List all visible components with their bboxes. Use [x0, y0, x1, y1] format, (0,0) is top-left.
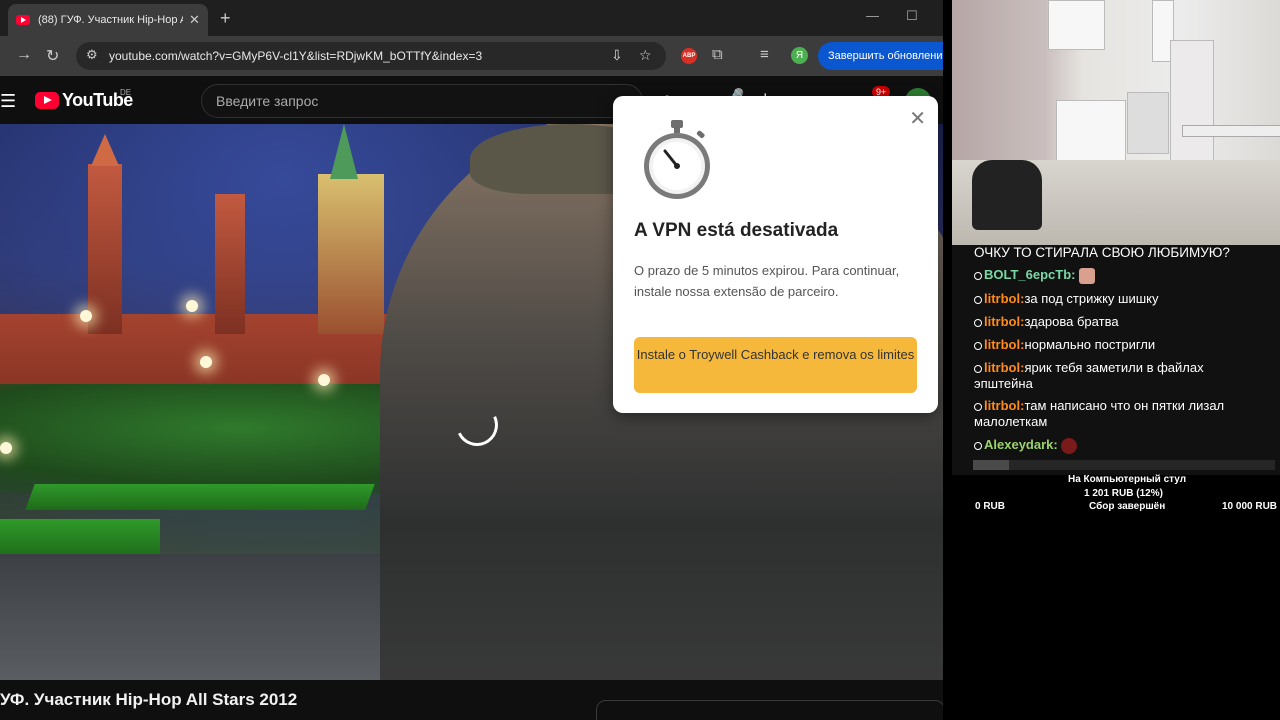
video-lawn [0, 519, 160, 559]
goal-max: 10 000 RUB [1222, 501, 1278, 512]
video-lamp [318, 374, 330, 386]
chat-user: litrbol: [984, 314, 1025, 329]
badge-icon [974, 341, 982, 350]
chat-message: BOLT_6ерсТb: [974, 267, 1274, 284]
search-placeholder: Введите запрос [216, 93, 319, 109]
new-tab-button[interactable]: + [220, 8, 231, 29]
video-title: УФ. Участник Hip-Hop All Stars 2012 [0, 690, 298, 709]
chat-user: litrbol: [984, 291, 1025, 306]
badge-icon [974, 402, 982, 411]
maximize-button[interactable]: ☐ [906, 8, 918, 24]
update-button[interactable]: Завершить обновление [818, 42, 943, 70]
webcam-table [1182, 125, 1280, 137]
country-code: DE [120, 88, 132, 97]
popup-heading: A VPN está desativada [634, 220, 839, 241]
webcam-feed [952, 0, 1280, 245]
search-input[interactable]: Введите запрос [201, 84, 643, 118]
tab-youtube[interactable]: (88) ГУФ. Участник Hip-Hop All Stars 201… [8, 4, 208, 36]
badge-icon [974, 271, 982, 280]
browser-window: (88) ГУФ. Участник Hip-Hop All Stars 201… [0, 0, 943, 720]
webcam-cabinet [1048, 0, 1105, 50]
emote-icon [1079, 267, 1096, 284]
chat-user: litrbol: [984, 337, 1025, 352]
video-tower [215, 194, 245, 334]
adblock-extension-icon[interactable]: ABP [681, 48, 697, 64]
goal-amount: 1 201 RUB (12%) [1084, 488, 1163, 499]
youtube-logo-icon[interactable] [35, 92, 59, 109]
video-lamp [0, 442, 12, 454]
goal-status: Сбор завершён [1089, 501, 1166, 512]
donation-goal-bar [973, 460, 1275, 470]
chat-text: нормально постригли [1024, 337, 1156, 352]
video-lawn [25, 484, 375, 510]
chat-message: litrbol:за под стрижку шишку [974, 291, 1274, 307]
tab-strip: (88) ГУФ. Участник Hip-Hop All Stars 201… [0, 0, 943, 36]
popup-body: O prazo de 5 minutos expirou. Para conti… [634, 263, 900, 299]
badge-icon [974, 364, 982, 373]
site-settings-icon[interactable]: ⚙ [86, 47, 98, 63]
chat-message: litrbol:там написано что он пятки лизал … [974, 398, 1264, 430]
emote-icon [1061, 437, 1078, 454]
popup-close-icon[interactable]: ✕ [909, 106, 926, 131]
chat-user: litrbol: [984, 360, 1025, 375]
donation-goal-fill [973, 460, 1010, 470]
chat-text: за под стрижку шишку [1024, 291, 1159, 306]
install-app-icon[interactable]: ⇩ [611, 47, 623, 64]
webcam-fridge [1170, 40, 1214, 162]
video-spire [330, 124, 358, 179]
video-lamp [186, 300, 198, 312]
vpn-popup: ✕ A VPN está desativada O prazo de 5 min… [613, 96, 938, 413]
profile-avatar[interactable]: Я [791, 47, 808, 64]
chat-line-top: ОЧКУ ТО СТИРАЛА СВОЮ ЛЮБИМУЮ? [974, 245, 1230, 260]
install-extension-button[interactable]: Instale o Troywell Cashback e remova os … [634, 337, 917, 393]
youtube-favicon-icon [16, 15, 30, 25]
forward-arrow-icon[interactable]: → [16, 46, 32, 64]
tab-title: (88) ГУФ. Участник Hip-Hop All Stars 201… [38, 14, 183, 26]
minimize-button[interactable]: — [866, 8, 879, 23]
video-lamp [80, 310, 92, 322]
chat-message: litrbol:нормально постригли [974, 337, 1274, 353]
video-tower [318, 174, 384, 334]
media-controls-icon[interactable]: ≡ [760, 46, 769, 63]
browser-toolbar: → ↻ ⚙ youtube.com/watch?v=GMyP6V-cl1Y&li… [0, 36, 943, 76]
channel-actions-box [596, 700, 943, 720]
stopwatch-icon [644, 120, 710, 199]
tab-close-icon[interactable]: ✕ [189, 12, 200, 28]
menu-hamburger-icon[interactable]: ☰ [0, 91, 16, 112]
url-text: youtube.com/watch?v=GMyP6V-cl1Y&list=RDj… [109, 49, 483, 63]
chat-user: litrbol: [984, 398, 1025, 413]
bookmark-star-icon[interactable]: ☆ [639, 47, 652, 64]
badge-icon [974, 318, 982, 327]
chat-panel: ОЧКУ ТО СТИРАЛА СВОЮ ЛЮБИМУЮ? BOLT_6ерсТ… [952, 245, 1280, 475]
extensions-puzzle-icon[interactable]: ⧉ [712, 46, 723, 63]
video-spire [91, 134, 119, 166]
chat-message: litrbol:ярик тебя заметили в файлах эпшт… [974, 360, 1264, 392]
chat-message: Alexeydark: [974, 437, 1274, 454]
badge-icon [974, 295, 982, 304]
goal-title: На Компьютерный стул [1068, 474, 1187, 485]
video-tower [88, 164, 122, 334]
chat-message: litrbol:здарова братва [974, 314, 1274, 330]
chat-text: здарова братва [1024, 314, 1119, 329]
badge-icon [974, 441, 982, 450]
chat-user: BOLT_6ерсТb: [984, 267, 1076, 282]
webcam-chair [972, 160, 1042, 230]
chat-user: Alexeydark: [984, 437, 1058, 452]
webcam-cabinet [1056, 100, 1126, 162]
webcam-stove [1127, 92, 1169, 154]
goal-min: 0 RUB [975, 501, 1006, 512]
address-bar[interactable]: ⚙ youtube.com/watch?v=GMyP6V-cl1Y&list=R… [76, 42, 666, 70]
reload-icon[interactable]: ↻ [46, 46, 59, 66]
video-lamp [200, 356, 212, 368]
